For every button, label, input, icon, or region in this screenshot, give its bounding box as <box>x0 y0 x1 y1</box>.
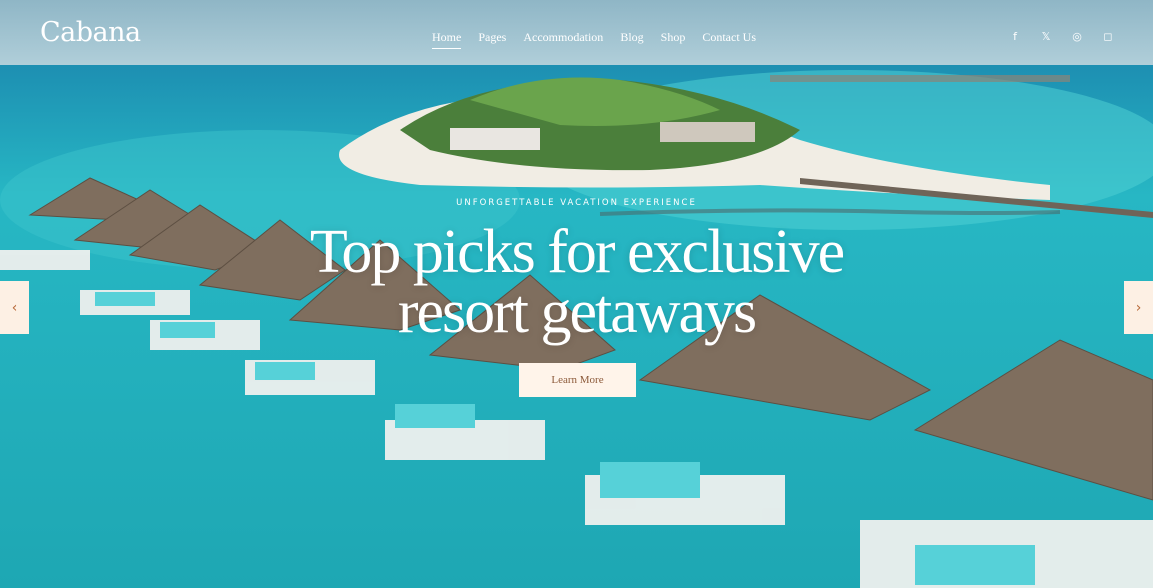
nav-contact-us[interactable]: Contact Us <box>702 30 756 49</box>
nav-accommodation[interactable]: Accommodation <box>523 30 603 49</box>
social-links: f 𝕏 ◎ ◻ <box>1008 29 1115 43</box>
chevron-right-icon: › <box>1135 299 1142 316</box>
chevron-left-icon: ‹ <box>11 299 18 316</box>
nav-shop[interactable]: Shop <box>661 30 686 49</box>
site-logo[interactable]: Cabana <box>40 17 141 48</box>
nav-home[interactable]: Home <box>432 30 462 49</box>
nav-pages[interactable]: Pages <box>478 30 506 49</box>
hero-eyebrow: UNFORGETTABLE VACATION EXPERIENCE <box>456 198 697 208</box>
main-nav: Home Pages Accommodation Blog Shop Conta… <box>432 30 756 49</box>
slider-next-button[interactable]: › <box>1124 281 1153 334</box>
hero-headline: Top picks for exclusive resort getaways <box>0 218 1153 346</box>
x-icon[interactable]: 𝕏 <box>1039 29 1053 43</box>
nav-blog[interactable]: Blog <box>620 30 643 49</box>
slider-prev-button[interactable]: ‹ <box>0 281 29 334</box>
learn-more-button[interactable]: Learn More <box>519 363 636 397</box>
hero-headline-line-2: resort getaways <box>397 278 757 346</box>
site-header: Cabana Home Pages Accommodation Blog Sho… <box>0 0 1153 72</box>
facebook-icon[interactable]: f <box>1008 29 1022 43</box>
hero-headline-line-1: Top picks for exclusive <box>309 218 845 286</box>
dribbble-icon[interactable]: ◎ <box>1070 29 1084 43</box>
instagram-icon[interactable]: ◻ <box>1101 29 1115 43</box>
